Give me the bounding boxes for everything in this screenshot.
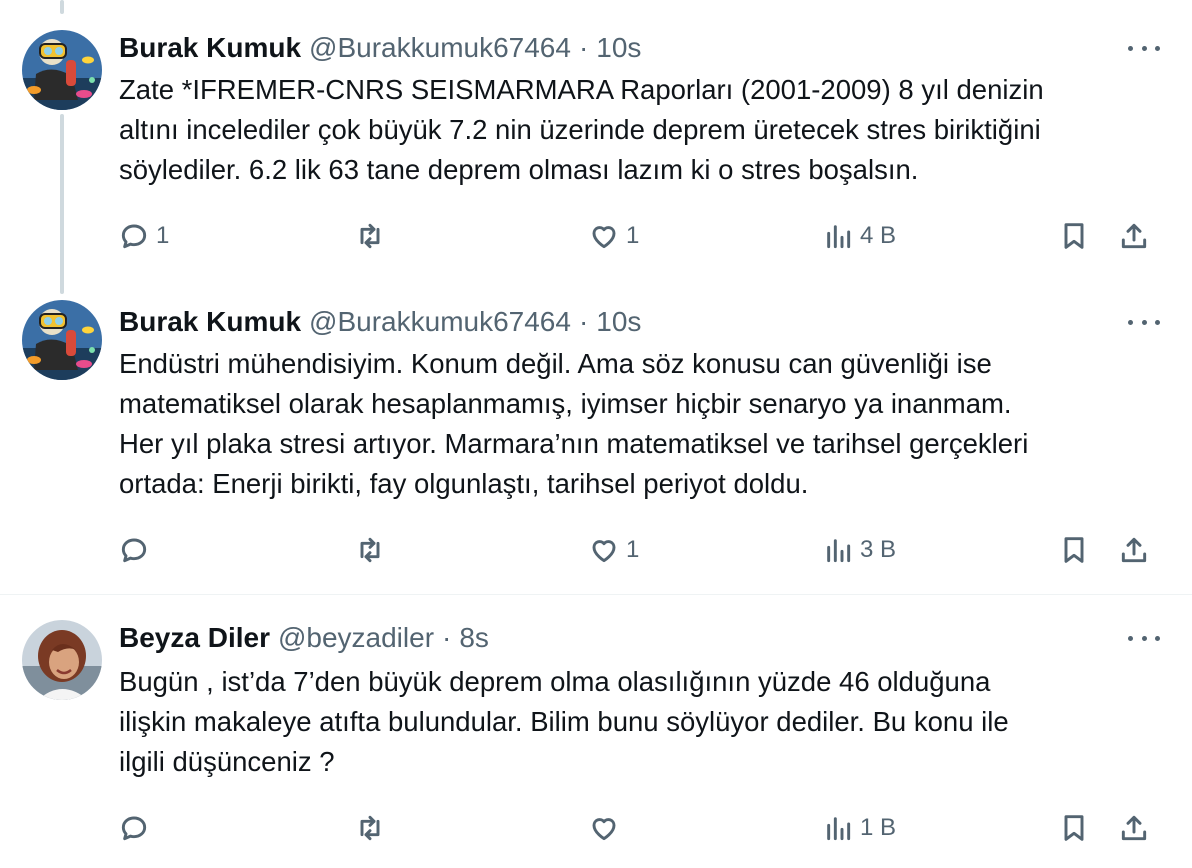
tweet-actions: 1 1 4 B — [0, 216, 1192, 256]
retweet-icon — [360, 223, 380, 249]
like-button[interactable]: 1 — [588, 530, 639, 570]
tweet-actions: 1 B — [0, 808, 1192, 848]
retweet-button[interactable] — [354, 216, 392, 256]
separator-dot: · — [442, 622, 452, 653]
thread-line-top — [60, 0, 64, 14]
separator-dot: · — [578, 32, 589, 63]
tweet-text: Endüstri mühendisiyim. Konum değil. Ama … — [119, 348, 1029, 499]
avatar[interactable] — [22, 300, 102, 380]
tweet-header: Burak Kumuk @Burakkumuk67464 · 10s — [119, 304, 641, 340]
heart-icon — [592, 818, 616, 841]
tweet[interactable]: Burak Kumuk @Burakkumuk67464 · 10s Zate … — [0, 30, 1192, 290]
share-icon — [1121, 815, 1147, 841]
tweet-divider — [0, 594, 1192, 595]
avatar[interactable] — [22, 30, 102, 110]
avatar-diver-image — [22, 300, 102, 380]
avatar[interactable] — [22, 620, 102, 700]
author-handle[interactable]: @Burakkumuk67464 — [309, 306, 571, 338]
heart-icon — [592, 226, 616, 249]
tweet[interactable]: Beyza Diler @beyzadiler · 8s Bugün , ist… — [0, 620, 1192, 868]
bookmark-button[interactable] — [1058, 216, 1090, 256]
bookmark-icon — [1064, 223, 1084, 249]
tweet-timestamp[interactable]: 10s — [596, 32, 641, 64]
like-count: 1 — [626, 536, 640, 563]
author-handle[interactable]: @beyzadiler — [278, 622, 434, 654]
author-handle[interactable]: @Burakkumuk67464 — [309, 32, 571, 64]
author-name[interactable]: Beyza Diler — [119, 622, 270, 654]
tweet-header: Beyza Diler @beyzadiler · 8s — [119, 620, 489, 656]
tweet-actions: 1 3 B — [0, 530, 1192, 570]
view-count: 4 B — [860, 222, 897, 249]
views-button[interactable]: 1 B — [822, 808, 896, 848]
share-button[interactable] — [1118, 216, 1150, 256]
retweet-button[interactable] — [354, 530, 392, 570]
author-name[interactable]: Burak Kumuk — [119, 306, 301, 338]
reply-icon — [121, 224, 147, 249]
reply-button[interactable] — [118, 530, 156, 570]
reply-count: 1 — [156, 222, 170, 249]
views-chart-icon — [827, 225, 851, 249]
more-options-icon[interactable] — [1128, 310, 1160, 334]
heart-icon — [592, 540, 616, 563]
avatar-diver-image — [22, 30, 102, 110]
tweet-timestamp[interactable]: 10s — [596, 306, 641, 338]
views-chart-icon — [827, 817, 851, 841]
author-name[interactable]: Burak Kumuk — [119, 32, 301, 64]
view-count: 1 B — [860, 814, 897, 841]
like-button[interactable]: 1 — [588, 216, 639, 256]
tweet[interactable]: Burak Kumuk @Burakkumuk67464 · 10s Endüs… — [0, 300, 1192, 588]
reply-button[interactable]: 1 — [118, 216, 169, 256]
bookmark-button[interactable] — [1058, 530, 1090, 570]
retweet-button[interactable] — [354, 808, 392, 848]
share-button[interactable] — [1118, 808, 1150, 848]
reply-icon — [121, 816, 147, 841]
views-chart-icon — [827, 539, 851, 563]
reply-icon — [121, 538, 147, 563]
retweet-icon — [360, 537, 380, 563]
share-icon — [1121, 223, 1147, 249]
views-button[interactable]: 4 B — [822, 216, 896, 256]
reply-button[interactable] — [118, 808, 156, 848]
separator-dot: · — [578, 306, 589, 337]
views-button[interactable]: 3 B — [822, 530, 896, 570]
retweet-icon — [360, 815, 380, 841]
view-count: 3 B — [860, 536, 897, 563]
avatar-photo-image — [22, 620, 102, 700]
share-button[interactable] — [1118, 530, 1150, 570]
tweet-timestamp[interactable]: 8s — [459, 622, 489, 654]
bookmark-icon — [1064, 537, 1084, 563]
bookmark-icon — [1064, 815, 1084, 841]
share-icon — [1121, 537, 1147, 563]
like-count: 1 — [626, 222, 640, 249]
tweet-text: Bugün , ist’da 7’den büyük deprem olma o… — [119, 666, 1009, 777]
more-options-icon[interactable] — [1128, 36, 1160, 60]
tweet-header: Burak Kumuk @Burakkumuk67464 · 10s — [119, 30, 641, 66]
more-options-icon[interactable] — [1128, 626, 1160, 650]
bookmark-button[interactable] — [1058, 808, 1090, 848]
like-button[interactable] — [588, 808, 626, 848]
tweet-text: Zate *IFREMER-CNRS SEISMARMARA Raporları… — [119, 74, 1044, 185]
